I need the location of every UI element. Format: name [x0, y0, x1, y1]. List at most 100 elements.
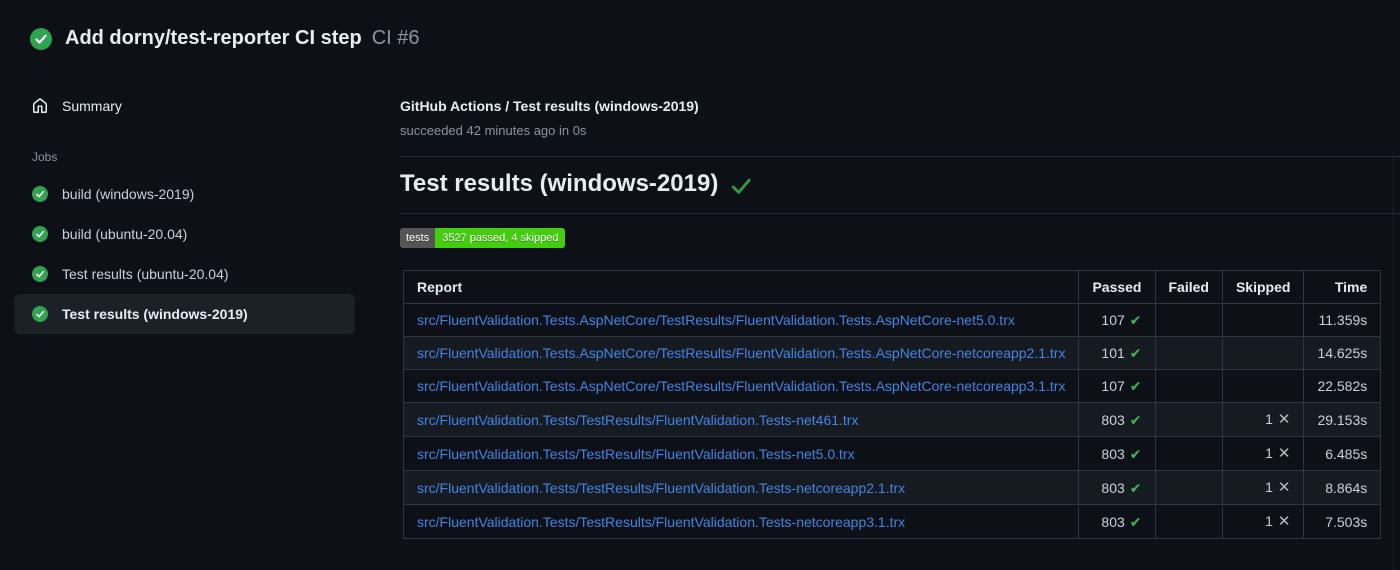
passed-cell: 803 ✔	[1078, 402, 1156, 437]
badge-label: tests	[400, 228, 436, 248]
time-cell: 29.153s	[1303, 402, 1382, 437]
failed-cell	[1154, 336, 1223, 370]
time-cell: 6.485s	[1303, 436, 1382, 471]
section-heading-text: Test results (windows-2019)	[400, 170, 719, 197]
time-cell: 22.582s	[1303, 369, 1382, 403]
time-value: 22.582s	[1317, 378, 1368, 394]
failed-cell	[1154, 504, 1223, 539]
check-run-title: GitHub Actions / Test results (windows-2…	[400, 98, 699, 114]
check-icon: ✔	[1129, 479, 1142, 496]
time-value: 14.625s	[1317, 345, 1368, 361]
sidebar-job-label: build (windows-2019)	[62, 186, 195, 202]
report-link[interactable]: src/FluentValidation.Tests.AspNetCore/Te…	[417, 378, 1065, 394]
time-value: 29.153s	[1317, 411, 1368, 428]
report-link[interactable]: src/FluentValidation.Tests/TestResults/F…	[417, 446, 855, 462]
right-gutter-divider	[1393, 156, 1394, 570]
passed-count: 803	[1101, 411, 1125, 428]
column-header-time: Time	[1303, 270, 1382, 304]
run-title: Add dorny/test-reporter CI step	[65, 27, 362, 49]
time-value: 8.864s	[1325, 479, 1368, 496]
skipped-cell: 1 ✕	[1221, 436, 1305, 471]
run-number: CI #6	[371, 27, 420, 49]
passed-cell: 803 ✔	[1078, 470, 1156, 505]
passed-count: 803	[1101, 513, 1125, 530]
table-row: src/FluentValidation.Tests/TestResults/F…	[402, 504, 1382, 539]
check-circle-icon	[32, 266, 48, 282]
sidebar-jobs: build (windows-2019) build (ubuntu-20.04…	[0, 174, 390, 334]
check-run-status: succeeded 42 minutes ago in 0s	[400, 123, 587, 138]
home-icon	[32, 98, 48, 114]
time-cell: 11.359s	[1303, 303, 1382, 337]
report-cell: src/FluentValidation.Tests.AspNetCore/Te…	[402, 336, 1080, 370]
passed-count: 107	[1101, 312, 1125, 328]
cross-icon: ✕	[1277, 411, 1291, 428]
passed-cell: 107 ✔	[1078, 303, 1156, 337]
sidebar-job-item[interactable]: Test results (windows-2019)	[14, 294, 355, 334]
report-link[interactable]: src/FluentValidation.Tests/TestResults/F…	[417, 480, 905, 496]
skipped-cell: ✕	[1221, 303, 1305, 337]
run-header: Add dorny/test-reporter CI step CI #6	[30, 27, 420, 50]
failed-cell	[1154, 470, 1223, 505]
check-icon: ✔	[1129, 312, 1142, 328]
passed-cell: 803 ✔	[1078, 436, 1156, 471]
skipped-cell: 1 ✕	[1221, 402, 1305, 437]
passed-count: 803	[1101, 479, 1125, 496]
report-cell: src/FluentValidation.Tests/TestResults/F…	[402, 504, 1080, 539]
badge-value: 3527 passed, 4 skipped	[435, 228, 566, 248]
skipped-cell: 1 ✕	[1221, 504, 1305, 539]
time-cell: 14.625s	[1303, 336, 1382, 370]
column-header-skipped: Skipped	[1221, 270, 1305, 304]
skipped-count: 1	[1265, 513, 1273, 529]
cross-icon: ✕	[1277, 513, 1291, 530]
report-cell: src/FluentValidation.Tests/TestResults/F…	[402, 402, 1080, 437]
skipped-cell: ✕	[1221, 369, 1305, 403]
table-row: src/FluentValidation.Tests.AspNetCore/Te…	[402, 303, 1382, 337]
cross-icon: ✕	[1277, 445, 1291, 462]
passed-cell: 101 ✔	[1078, 336, 1156, 370]
table-row: src/FluentValidation.Tests.AspNetCore/Te…	[402, 336, 1382, 370]
report-link[interactable]: src/FluentValidation.Tests.AspNetCore/Te…	[417, 345, 1065, 361]
failed-cell	[1154, 402, 1223, 437]
sidebar-job-item[interactable]: Test results (ubuntu-20.04)	[14, 254, 355, 294]
time-value: 7.503s	[1325, 513, 1368, 530]
section-heading: Test results (windows-2019)	[400, 170, 752, 198]
check-circle-icon	[30, 27, 52, 50]
table-row: src/FluentValidation.Tests/TestResults/F…	[402, 436, 1382, 471]
report-link[interactable]: src/FluentValidation.Tests.AspNetCore/Te…	[417, 312, 1015, 328]
check-icon: ✔	[1129, 445, 1142, 462]
skipped-cell: 1 ✕	[1221, 470, 1305, 505]
sidebar-job-label: Test results (windows-2019)	[62, 306, 248, 322]
failed-cell	[1154, 369, 1223, 403]
check-circle-icon	[32, 226, 48, 242]
passed-count: 803	[1101, 445, 1125, 462]
sidebar-job-item[interactable]: build (ubuntu-20.04)	[14, 214, 355, 254]
report-link[interactable]: src/FluentValidation.Tests/TestResults/F…	[417, 412, 858, 428]
check-icon	[730, 175, 752, 197]
time-cell: 8.864s	[1303, 470, 1382, 505]
report-cell: src/FluentValidation.Tests.AspNetCore/Te…	[402, 303, 1080, 337]
divider	[400, 156, 1400, 157]
column-header-passed: Passed	[1078, 270, 1156, 304]
divider	[400, 213, 1400, 214]
report-link[interactable]: src/FluentValidation.Tests/TestResults/F…	[417, 514, 905, 530]
report-cell: src/FluentValidation.Tests/TestResults/F…	[402, 436, 1080, 471]
time-cell: 7.503s	[1303, 504, 1382, 539]
sidebar-job-item[interactable]: build (windows-2019)	[14, 174, 355, 214]
column-header-failed: Failed	[1154, 270, 1223, 304]
report-cell: src/FluentValidation.Tests.AspNetCore/Te…	[402, 369, 1080, 403]
passed-count: 101	[1101, 345, 1125, 361]
jobs-section-label: Jobs	[32, 150, 58, 164]
skipped-cell: ✕	[1221, 336, 1305, 370]
sidebar-item-summary[interactable]: Summary	[0, 90, 390, 122]
table-row: src/FluentValidation.Tests/TestResults/F…	[402, 470, 1382, 505]
check-icon: ✔	[1129, 378, 1142, 394]
report-cell: src/FluentValidation.Tests/TestResults/F…	[402, 470, 1080, 505]
time-value: 6.485s	[1325, 445, 1368, 462]
passed-cell: 803 ✔	[1078, 504, 1156, 539]
table-body: src/FluentValidation.Tests.AspNetCore/Te…	[402, 303, 1382, 539]
check-circle-icon	[32, 186, 48, 202]
check-circle-icon	[32, 306, 48, 322]
tests-badge: tests 3527 passed, 4 skipped	[400, 228, 566, 248]
skipped-count: 1	[1265, 411, 1273, 427]
failed-cell	[1154, 303, 1223, 337]
